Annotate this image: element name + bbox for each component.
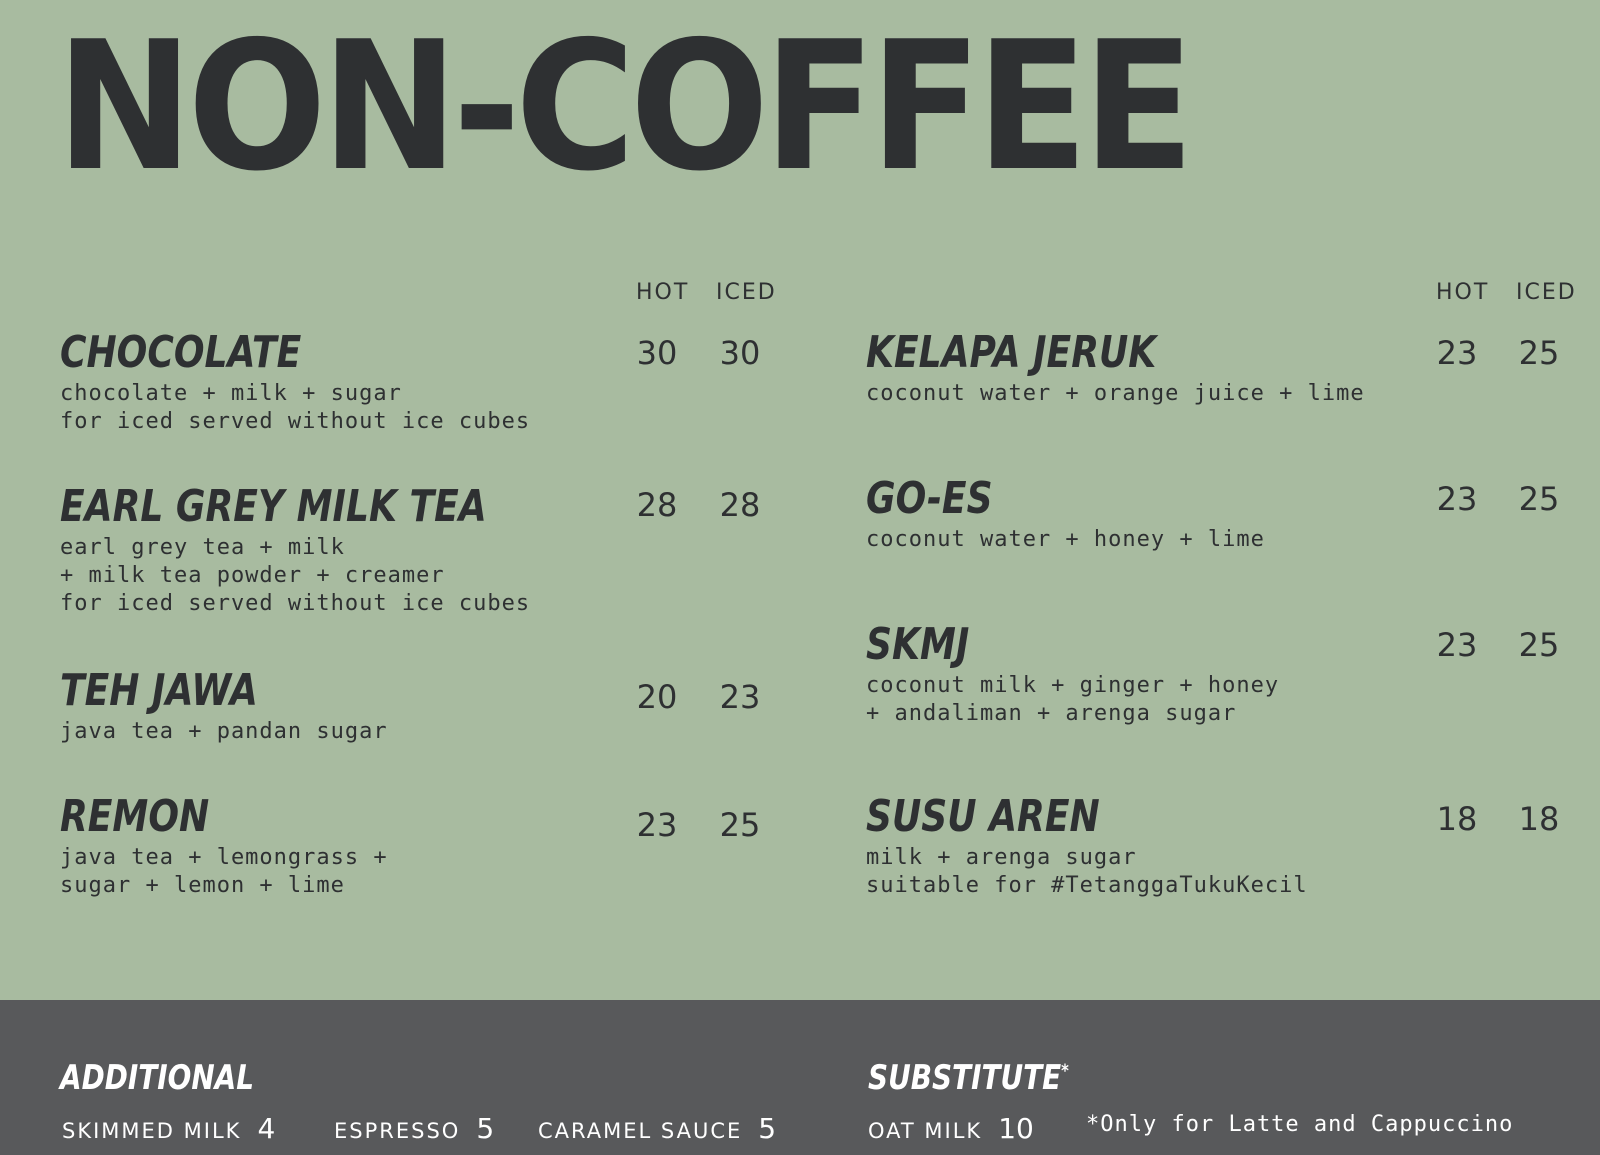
price-iced: 25 (1518, 334, 1560, 372)
menu-item-kelapa-jeruk: KELAPA JERUK coconut water + orange juic… (866, 328, 1365, 408)
item-description: coconut water + honey + lime (866, 527, 1265, 552)
item-description: coconut water + orange juice + lime (866, 381, 1365, 406)
price-hot: 23 (1436, 626, 1478, 664)
price-hot: 30 (636, 334, 678, 372)
item-name: GO-ES (866, 473, 993, 524)
substitute-note: *Only for Latte and Cappuccino (1086, 1112, 1514, 1137)
menu-item-chocolate: CHOCOLATE chocolate + milk + sugar for i… (60, 328, 530, 436)
page-title: NON-COFFEE (56, 3, 1194, 210)
price-iced: 30 (719, 334, 761, 372)
price-iced: 28 (719, 486, 761, 524)
item-name: CHOCOLATE (60, 327, 302, 378)
price-iced: 23 (719, 678, 761, 716)
additional-title: ADDITIONAL (60, 1058, 255, 1098)
hot-column-header-left: HOT (636, 280, 690, 305)
item-name: SUSU AREN (866, 791, 1100, 842)
item-name: TEH JAWA (60, 665, 258, 716)
substitute-asterisk: * (1061, 1060, 1069, 1082)
price-hot: 28 (636, 486, 678, 524)
item-description: java tea + lemongrass + sugar + lemon + … (60, 845, 388, 898)
menu-item-remon: REMON java tea + lemongrass + sugar + le… (60, 792, 388, 900)
iced-column-header-right: ICED (1516, 280, 1577, 305)
item-description: coconut milk + ginger + honey + andalima… (866, 673, 1280, 726)
price-hot: 23 (1436, 334, 1478, 372)
price-hot: 20 (636, 678, 678, 716)
addon-skimmed-milk: SKIMMED MILK 4 (62, 1112, 276, 1145)
price-iced: 25 (1518, 480, 1560, 518)
item-description: java tea + pandan sugar (60, 719, 388, 744)
item-name: EARL GREY MILK TEA (60, 481, 487, 532)
item-description: milk + arenga sugar suitable for #Tetang… (866, 845, 1308, 898)
footer-panel: ADDITIONAL SUBSTITUTE* SKIMMED MILK 4 ESP… (0, 1000, 1600, 1155)
price-iced: 25 (719, 806, 761, 844)
price-hot: 18 (1436, 800, 1478, 838)
addon-caramel-sauce: CARAMEL SAUCE 5 (538, 1112, 777, 1145)
substitute-title: SUBSTITUTE* (868, 1058, 1069, 1098)
item-description: earl grey tea + milk + milk tea powder +… (60, 535, 531, 616)
hot-column-header-right: HOT (1436, 280, 1490, 305)
menu-item-skmj: SKMJ coconut milk + ginger + honey + and… (866, 620, 1279, 728)
menu-item-teh-jawa: TEH JAWA java tea + pandan sugar (60, 666, 388, 746)
item-name: KELAPA JERUK (866, 327, 1157, 378)
price-iced: 18 (1518, 800, 1560, 838)
item-description: chocolate + milk + sugar for iced served… (60, 381, 531, 434)
item-name: SKMJ (866, 619, 970, 670)
addon-espresso: ESPRESSO 5 (334, 1112, 495, 1145)
substitute-oat-milk: OAT MILK 10 (868, 1112, 1034, 1145)
price-hot: 23 (636, 806, 678, 844)
price-hot: 23 (1436, 480, 1478, 518)
menu-item-susu-aren: SUSU AREN milk + arenga sugar suitable f… (866, 792, 1308, 900)
iced-column-header-left: ICED (716, 280, 777, 305)
menu-item-go-es: GO-ES coconut water + honey + lime (866, 474, 1265, 554)
menu-item-earl-grey-milk-tea: EARL GREY MILK TEA earl grey tea + milk … (60, 482, 580, 618)
item-name: REMON (60, 791, 210, 842)
price-iced: 25 (1518, 626, 1560, 664)
